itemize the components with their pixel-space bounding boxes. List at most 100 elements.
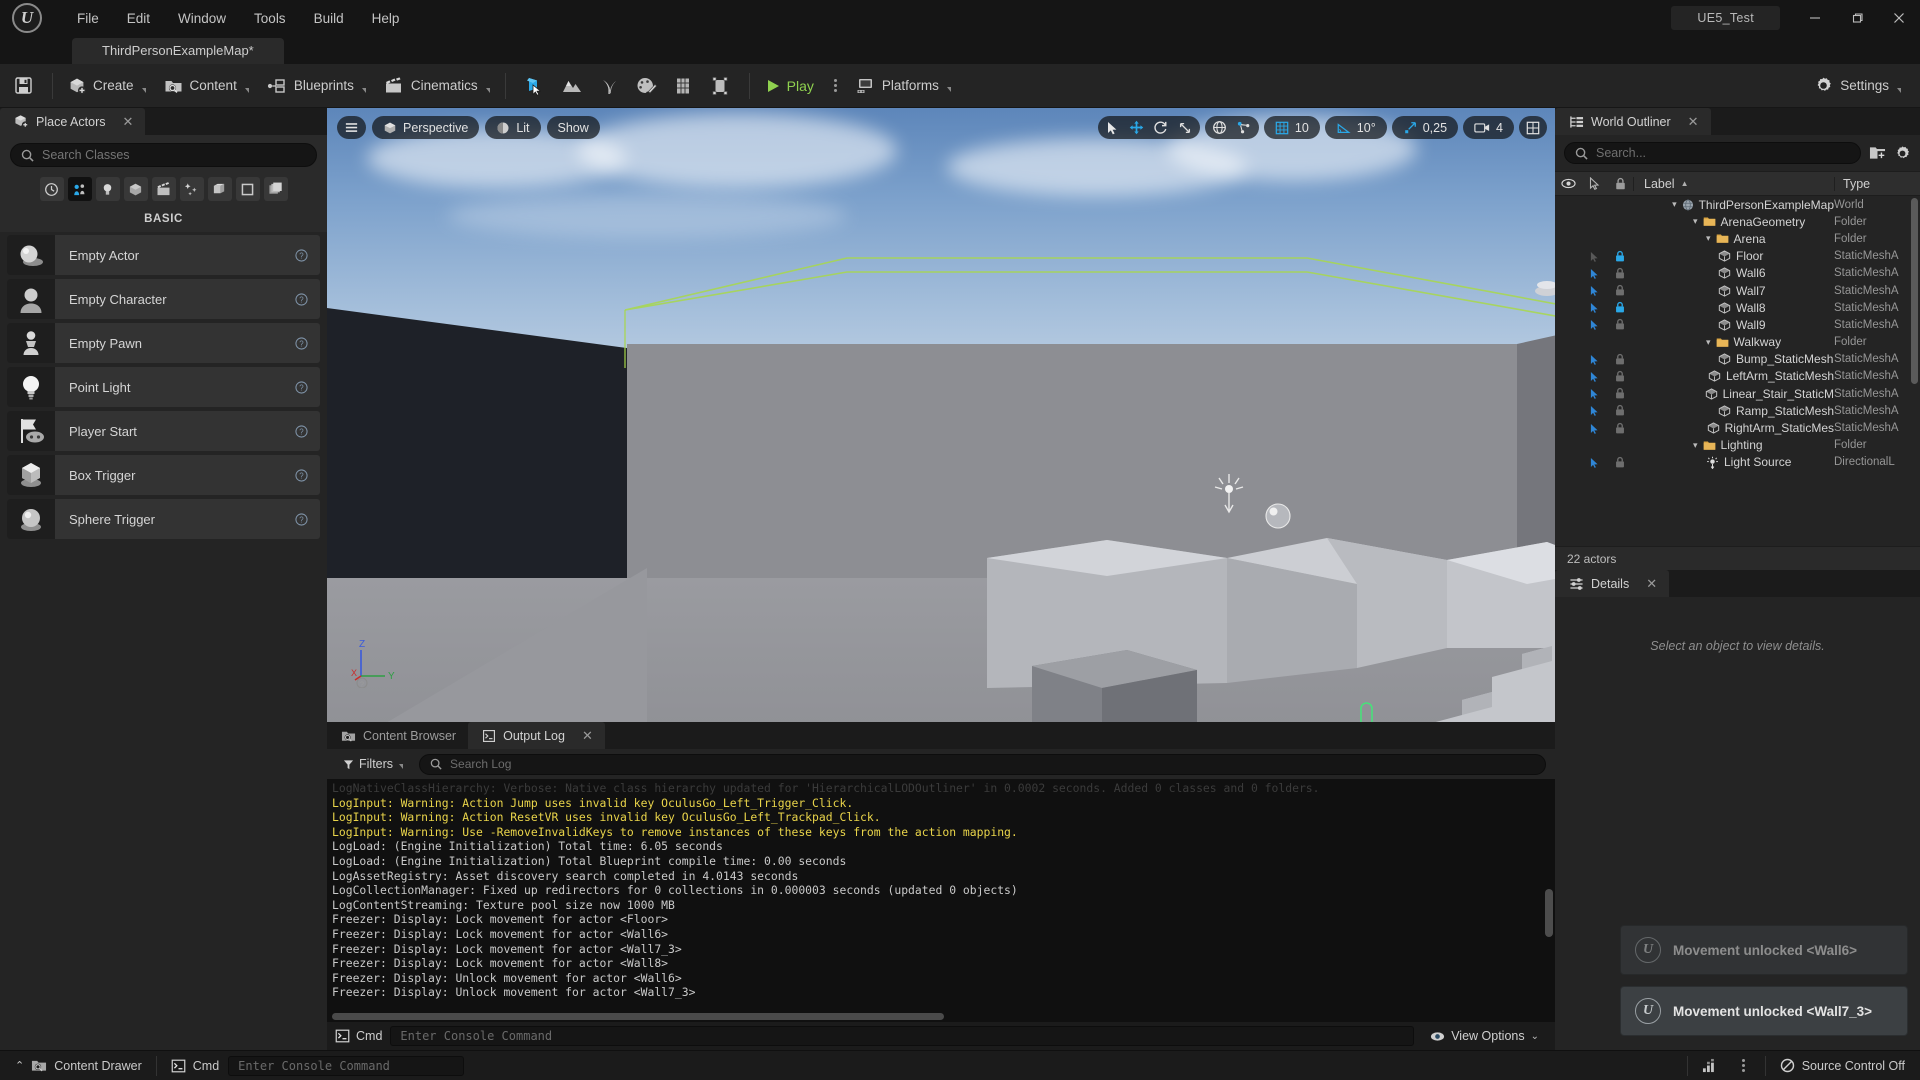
lock-toggle[interactable] [1607, 456, 1633, 469]
cmd-button[interactable]: Cmd [335, 1029, 382, 1043]
console-command-input[interactable]: Enter Console Command [390, 1026, 1415, 1046]
table-row[interactable]: ▾ Walkway Folder [1555, 334, 1920, 351]
lock-toggle[interactable] [1607, 301, 1633, 314]
lock-toggle[interactable] [1607, 370, 1633, 383]
category-all-classes[interactable] [263, 177, 288, 201]
log-horizontal-scrollbar[interactable] [332, 1013, 944, 1020]
select-tool-button[interactable] [1101, 118, 1125, 138]
notification-toast[interactable]: U Movement unlocked <Wall7_3> [1620, 986, 1908, 1036]
close-icon[interactable]: ✕ [582, 728, 593, 744]
grid-snap-button[interactable]: 10 [1263, 116, 1320, 139]
viewport-render[interactable]: Third Person [327, 108, 1555, 722]
help-icon[interactable]: ? [295, 512, 320, 526]
table-row[interactable]: ▾ Lighting Folder [1555, 437, 1920, 454]
lock-toggle[interactable] [1607, 422, 1633, 435]
source-control-button[interactable]: Source Control Off [1771, 1054, 1914, 1077]
list-item[interactable]: Box Trigger ? [7, 455, 320, 495]
select-toggle[interactable] [1581, 388, 1607, 400]
outliner-search-input[interactable]: Search... [1564, 142, 1861, 164]
lock-toggle[interactable] [1607, 267, 1633, 280]
help-icon[interactable]: ? [295, 248, 320, 262]
select-toggle[interactable] [1581, 405, 1607, 417]
table-row[interactable]: RightArm_StaticMes StaticMeshA [1555, 419, 1920, 436]
create-button[interactable]: Create [59, 72, 155, 100]
log-output-area[interactable]: LogNativeClassHierarchy: Verbose: Native… [327, 779, 1555, 1022]
close-button[interactable] [1878, 0, 1920, 36]
move-tool-button[interactable] [1125, 118, 1149, 138]
mesh-paint-mode-button[interactable] [629, 70, 663, 102]
show-button[interactable]: Show [546, 116, 600, 139]
select-toggle[interactable] [1581, 251, 1607, 262]
menu-window[interactable]: Window [165, 7, 239, 30]
angle-snap-button[interactable]: 10° [1324, 116, 1387, 139]
select-toggle[interactable] [1581, 354, 1607, 365]
menu-build[interactable]: Build [301, 7, 357, 30]
select-toggle[interactable] [1581, 457, 1607, 468]
outliner-scrollbar[interactable] [1911, 198, 1918, 384]
menu-edit[interactable]: Edit [114, 7, 163, 30]
minimize-button[interactable] [1794, 0, 1836, 36]
cinematics-button[interactable]: Cinematics [375, 72, 499, 100]
tab-thirdpersonexamplemap[interactable]: ThirdPersonExampleMap* [72, 38, 284, 64]
category-geometry[interactable] [207, 177, 232, 201]
viewport-menu-button[interactable] [337, 116, 366, 139]
table-row[interactable]: Wall9 StaticMeshA [1555, 316, 1920, 333]
play-button[interactable]: Play [756, 73, 824, 99]
level-viewport[interactable]: Third Person [327, 108, 1555, 722]
brush-editing-mode-button[interactable] [703, 70, 737, 102]
tab-details[interactable]: Details ✕ [1555, 570, 1670, 597]
help-icon[interactable]: ? [295, 380, 320, 394]
label-column-header[interactable]: Label ▲ [1633, 176, 1834, 191]
select-toggle[interactable] [1581, 319, 1607, 331]
foliage-mode-button[interactable] [592, 70, 626, 102]
lock-toggle[interactable] [1607, 318, 1633, 331]
table-row[interactable]: Wall6 StaticMeshA [1555, 265, 1920, 282]
scale-snap-button[interactable]: 0,25 [1391, 116, 1459, 139]
rotate-tool-button[interactable] [1149, 118, 1173, 138]
list-item[interactable]: Player Start ? [7, 411, 320, 451]
unreal-logo[interactable]: U [0, 0, 54, 36]
list-item[interactable]: Point Light ? [7, 367, 320, 407]
tab-place-actors[interactable]: Place Actors ✕ [0, 108, 146, 135]
help-icon[interactable]: ? [295, 336, 320, 350]
platforms-button[interactable]: Platforms [847, 72, 960, 99]
close-icon[interactable]: ✕ [1646, 576, 1657, 592]
category-lights[interactable] [95, 177, 120, 201]
table-row[interactable]: Ramp_StaticMesh StaticMeshA [1555, 402, 1920, 419]
lock-toggle[interactable] [1607, 250, 1633, 263]
directional-light-actor[interactable] [1207, 470, 1253, 518]
status-cmd-button[interactable]: Cmd [162, 1055, 228, 1077]
table-row[interactable]: Wall7 StaticMeshA [1555, 282, 1920, 299]
tab-content-browser[interactable]: Content Browser [327, 722, 469, 749]
log-vertical-scrollbar[interactable] [1545, 889, 1553, 937]
select-toggle[interactable] [1581, 423, 1607, 434]
list-item[interactable]: Empty Pawn ? [7, 323, 320, 363]
table-row[interactable]: LeftArm_StaticMesh StaticMeshA [1555, 368, 1920, 385]
table-row[interactable]: Floor StaticMeshA [1555, 248, 1920, 265]
list-item[interactable]: Empty Character ? [7, 279, 320, 319]
save-button[interactable] [0, 76, 46, 95]
lock-toggle[interactable] [1607, 353, 1633, 366]
landscape-mode-button[interactable] [555, 70, 589, 102]
perspective-button[interactable]: Perspective [372, 116, 480, 139]
new-folder-button[interactable] [1869, 145, 1886, 161]
list-item[interactable]: Empty Actor ? [7, 235, 320, 275]
table-row[interactable]: ▾ Arena Folder [1555, 230, 1920, 247]
overflow-menu-button[interactable] [1727, 1051, 1760, 1080]
category-shapes[interactable] [123, 177, 148, 201]
outliner-settings-button[interactable] [1894, 145, 1911, 162]
help-icon[interactable]: ? [295, 292, 320, 306]
select-toggle[interactable] [1581, 302, 1607, 314]
notification-toast[interactable]: U Movement unlocked <Wall6> [1620, 925, 1908, 975]
camera-speed-button[interactable]: 4 [1463, 116, 1514, 139]
blueprints-button[interactable]: Blueprints [258, 72, 375, 100]
scale-tool-button[interactable] [1173, 118, 1197, 138]
lit-button[interactable]: Lit [485, 116, 541, 139]
filters-button[interactable]: Filters [336, 754, 410, 774]
lock-toggle[interactable] [1607, 284, 1633, 297]
close-icon[interactable]: ✕ [122, 114, 133, 130]
table-row[interactable]: Bump_StaticMesh StaticMeshA [1555, 351, 1920, 368]
content-button[interactable]: Content [155, 72, 258, 100]
view-options-button[interactable]: View Options ⌄ [1422, 1026, 1547, 1046]
settings-button[interactable]: Settings [1805, 71, 1910, 100]
